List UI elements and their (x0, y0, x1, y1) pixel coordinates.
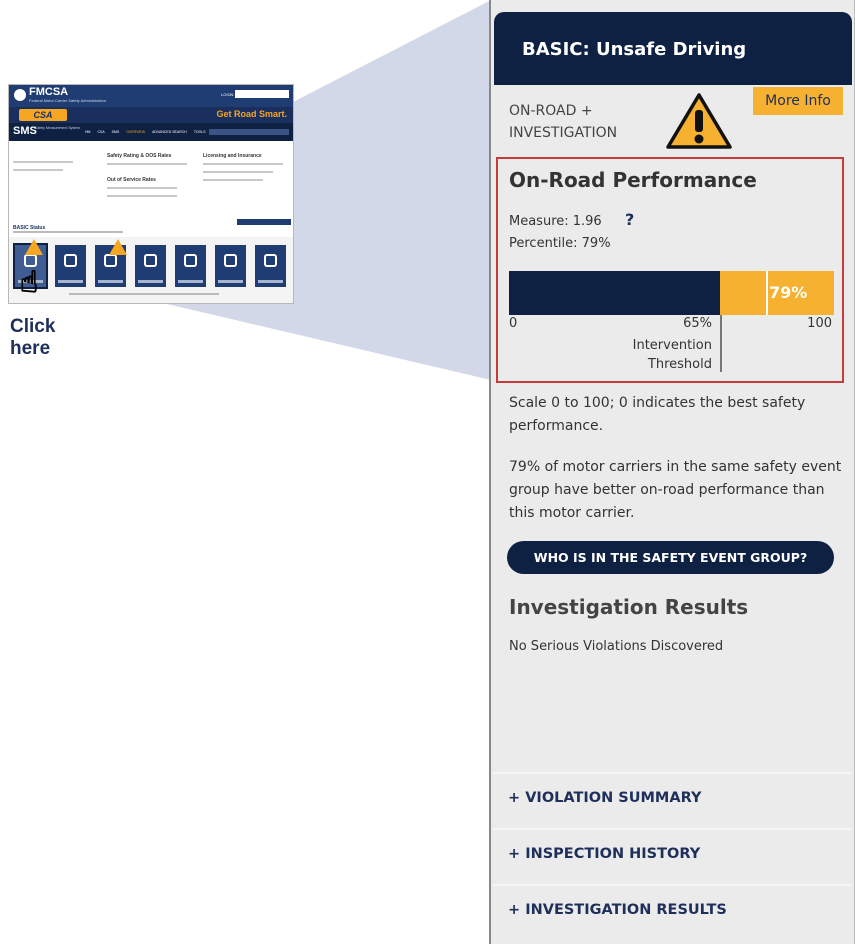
percentile-value: Percentile: 79% (509, 236, 611, 251)
thumbnail-text-line (203, 171, 273, 173)
mode-label-line: ON-ROAD + (509, 103, 593, 119)
vehicle-maintenance-tile[interactable] (135, 245, 166, 287)
thumbnail-text-line (13, 161, 73, 163)
mode-label: ON-ROAD + INVESTIGATION (509, 100, 617, 144)
tile-icon (224, 254, 237, 267)
thumbnail-text-line (107, 163, 187, 165)
hand-cursor-icon: ☝ (19, 265, 39, 300)
accordion-divider (493, 884, 851, 886)
thumbnail-nav-item: TOOLS (193, 130, 206, 134)
thumbnail-nav: SMS Safety Measurement System HM CSA SMS… (9, 123, 293, 141)
scale-min-label: 0 (509, 316, 518, 331)
mode-label-line: INVESTIGATION (509, 125, 618, 141)
accordion-label: + VIOLATION SUMMARY (508, 790, 702, 806)
tile-icon (264, 254, 277, 267)
accordion-divider (493, 772, 851, 774)
thumbnail-text-line (107, 195, 177, 197)
callout-line: Click (10, 316, 56, 337)
percentile-bar-fill (509, 271, 720, 315)
thumbnail-search (235, 90, 289, 98)
thumbnail-text-line (13, 231, 123, 233)
tile-label (258, 280, 283, 283)
intervention-threshold-label: Intervention Threshold (598, 336, 712, 374)
investigation-results-title: Investigation Results (509, 595, 749, 619)
callout-line: here (10, 338, 51, 359)
tile-icon (104, 254, 117, 267)
investigation-results-text: No Serious Violations Discovered (509, 639, 724, 654)
thumbnail-nav-item: HM (85, 130, 91, 134)
thumbnail-text-line (203, 163, 283, 165)
percentile-description: 79% of motor carriers in the same safety… (509, 459, 842, 521)
fmcsa-logo-icon (14, 89, 26, 101)
thumbnail-warning-icon (109, 239, 127, 255)
thumbnail-tagline: Get Road Smart. (216, 109, 287, 119)
inspection-history-accordion[interactable]: + INSPECTION HISTORY (493, 831, 851, 877)
percentile-bar-label: 79% (769, 283, 808, 302)
thumbnail-agency: FMCSA (29, 86, 69, 98)
thumbnail-ready-button (237, 219, 291, 225)
investigation-results-accordion[interactable]: + INVESTIGATION RESULTS (493, 887, 851, 933)
scale-max-label: 100 (807, 316, 832, 331)
thumbnail-heading-license: Licensing and Insurance (203, 153, 262, 159)
warning-icon (666, 93, 732, 149)
thumbnail-nav-item: SMS (111, 130, 120, 134)
click-here-callout: Click here (10, 316, 55, 360)
measure-help-icon[interactable]: ? (625, 210, 634, 229)
thumbnail-heading-rating: Safety Rating & OOS Rates (107, 153, 172, 159)
tile-icon (144, 254, 157, 267)
basic-title: BASIC: Unsafe Driving (522, 39, 747, 60)
thumbnail-nav-item: OVERVIEW (126, 130, 146, 134)
tile-icon (184, 254, 197, 267)
accordion-label: + INSPECTION HISTORY (508, 846, 701, 862)
thumbnail-sms: SMS (13, 125, 37, 137)
intervention-threshold-line (720, 315, 722, 372)
thumbnail-header: FMCSA Federal Motor Carrier Safety Admin… (9, 85, 293, 107)
violation-summary-accordion[interactable]: + VIOLATION SUMMARY (493, 775, 851, 821)
tile-icon (64, 254, 77, 267)
on-road-performance-title: On-Road Performance (509, 168, 757, 192)
thumbnail-heading-oos: Out of Service Rates (107, 177, 156, 183)
sms-page-thumbnail[interactable]: FMCSA Federal Motor Carrier Safety Admin… (8, 84, 294, 304)
accordion-label: + INVESTIGATION RESULTS (508, 902, 727, 918)
threshold-value-label: 65% (683, 316, 712, 331)
safety-event-group-button[interactable]: WHO IS IN THE SAFETY EVENT GROUP? (507, 541, 834, 574)
controlled-substances-tile[interactable] (175, 245, 206, 287)
thumbnail-login: LOGIN (221, 92, 234, 97)
crash-indicator-tile[interactable] (55, 245, 86, 287)
measure-value: Measure: 1.96 (509, 214, 602, 229)
threshold-label-line: Intervention (632, 338, 712, 353)
tile-label (58, 280, 83, 283)
tile-label (178, 280, 203, 283)
thumbnail-text-line (203, 179, 263, 181)
driver-fitness-tile[interactable] (255, 245, 286, 287)
thumbnail-warning-icon (25, 239, 43, 255)
thumbnail-nav-item: ADVANCED SEARCH (152, 130, 187, 134)
thumbnail-agency-sub: Federal Motor Carrier Safety Administrat… (29, 98, 106, 103)
scale-description: Scale 0 to 100; 0 indicates the best saf… (509, 395, 806, 434)
percentile-bar-marker (766, 271, 768, 315)
thumbnail-sms-sub: Safety Measurement System (35, 126, 80, 130)
thumbnail-basic-tiles (13, 243, 286, 289)
hazmat-compliance-tile[interactable] (215, 245, 246, 287)
accordion-divider (493, 828, 851, 830)
tile-label (218, 280, 243, 283)
thumbnail-text-line (107, 187, 177, 189)
thumbnail-csa-bar: CSA Get Road Smart. (9, 107, 293, 123)
tile-label (138, 280, 163, 283)
thumbnail-nav-item: CSA (97, 130, 105, 134)
tile-label (98, 280, 123, 283)
csa-logo: CSA (19, 109, 67, 121)
thumbnail-text-line (69, 293, 219, 295)
thumbnail-text-line (13, 169, 63, 171)
more-info-button[interactable]: More Info (753, 87, 843, 115)
thumbnail-nav-search (209, 129, 289, 135)
threshold-label-line: Threshold (647, 357, 712, 372)
